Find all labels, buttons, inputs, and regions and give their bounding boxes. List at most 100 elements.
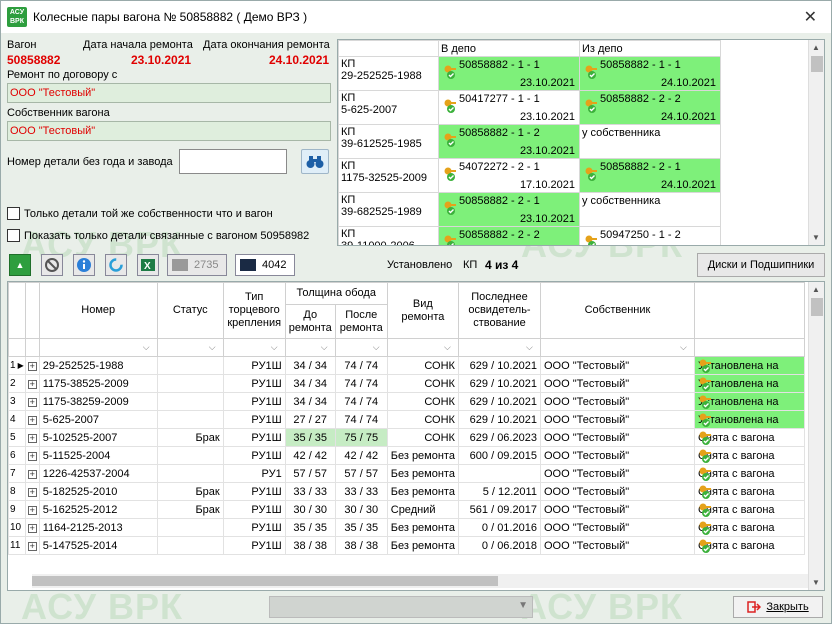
cell-status[interactable] xyxy=(156,446,224,465)
wheelsets-grid[interactable]: Номер Статус Тип торцевого крепления Тол… xyxy=(7,281,825,591)
cell-number[interactable]: 1164-2125-2013 xyxy=(38,518,158,537)
scroll-down-icon[interactable]: ▼ xyxy=(812,233,820,242)
cell-repair[interactable]: СОНК xyxy=(386,428,459,447)
chevron-down-icon[interactable]: ⌵ xyxy=(526,341,538,353)
cell-owner[interactable]: ООО "Тестовый" xyxy=(539,464,695,483)
cell-state[interactable]: Снята с вагона xyxy=(693,536,805,555)
cell-before[interactable]: 42 / 42 xyxy=(284,446,336,465)
expand-cell[interactable]: + xyxy=(24,500,40,519)
cell-repair[interactable]: Без ремонта xyxy=(386,536,459,555)
excel-export-button[interactable]: X xyxy=(137,254,159,276)
out-depot-cell[interactable]: 50947250 - 1 - 225.10.2021 xyxy=(579,226,721,245)
cell-type[interactable]: РУ1Ш xyxy=(222,482,286,501)
cell-state[interactable]: Снята с вагона xyxy=(693,518,805,537)
expand-plus-icon[interactable]: + xyxy=(27,361,37,371)
contract-field[interactable]: ООО "Тестовый" xyxy=(7,83,331,103)
cell-state[interactable]: Установлена на xyxy=(693,392,805,411)
depot-grid[interactable]: В депо Из депо КП 29-252525-1988 50858882… xyxy=(337,39,825,246)
cell-status[interactable] xyxy=(156,392,224,411)
kp-cell[interactable]: КП 5-625-2007 xyxy=(338,90,439,125)
in-depot-cell[interactable]: 50858882 - 1 - 2 23.10.2021 xyxy=(438,124,580,159)
cell-type[interactable]: РУ1Ш xyxy=(222,410,286,429)
cell-repair[interactable]: Без ремонта xyxy=(386,518,459,537)
cell-last-exam[interactable]: 629 / 10.2021 xyxy=(457,392,541,411)
expand-cell[interactable]: + xyxy=(24,464,40,483)
part-number-input[interactable] xyxy=(179,149,287,174)
depot-grid-row[interactable]: КП 39-612525-1985 50858882 - 1 - 2 23.10.2… xyxy=(338,124,721,159)
filter-status[interactable]: ⌵ xyxy=(156,338,224,357)
cell-before[interactable]: 30 / 30 xyxy=(284,500,336,519)
cell-before[interactable]: 33 / 33 xyxy=(284,482,336,501)
expand-plus-icon[interactable]: + xyxy=(27,541,37,551)
expand-plus-icon[interactable]: + xyxy=(27,433,37,443)
refresh-button[interactable] xyxy=(105,254,127,276)
wheelsets-grid-hscrollbar[interactable] xyxy=(32,574,808,588)
cell-number[interactable]: 29-252525-1988 xyxy=(38,356,158,375)
filter-last-exam[interactable]: ⌵ xyxy=(457,338,541,357)
table-row[interactable]: 3 + 1175-38259-2009 РУ1Ш 34 / 34 74 / 74… xyxy=(8,392,805,411)
expand-cell[interactable]: + xyxy=(24,518,40,537)
table-row[interactable]: 5 + 5-102525-2007 Брак РУ1Ш 35 / 35 75 /… xyxy=(8,428,805,447)
cell-state[interactable]: Снята с вагона xyxy=(693,464,805,483)
expand-cell[interactable]: + xyxy=(24,356,40,375)
cell-state[interactable]: Установлена на xyxy=(693,356,805,375)
cell-last-exam[interactable]: 0 / 06.2018 xyxy=(457,536,541,555)
cell-last-exam[interactable]: 5 / 12.2011 xyxy=(457,482,541,501)
kp-cell[interactable]: КП 1175-32525-2009 xyxy=(338,158,439,193)
depot-grid-row[interactable]: КП 29-252525-1988 50858882 - 1 - 1 23.10.2… xyxy=(338,56,721,91)
cell-type[interactable]: РУ1Ш xyxy=(222,536,286,555)
cell-before[interactable]: 34 / 34 xyxy=(284,374,336,393)
expand-plus-icon[interactable]: + xyxy=(27,505,37,515)
expand-cell[interactable]: + xyxy=(24,410,40,429)
cell-number[interactable]: 5-147525-2014 xyxy=(38,536,158,555)
filter-state[interactable] xyxy=(693,338,805,357)
col-status-header[interactable]: Статус xyxy=(156,282,224,339)
chevron-down-icon[interactable]: ⌵ xyxy=(444,341,456,353)
checkbox-box[interactable] xyxy=(7,229,20,242)
in-depot-cell[interactable]: 50417277 - 1 - 1 23.10.2021 xyxy=(438,90,580,125)
cell-after[interactable]: 30 / 30 xyxy=(334,500,388,519)
cell-last-exam[interactable]: 629 / 06.2023 xyxy=(457,428,541,447)
cell-owner[interactable]: ООО "Тестовый" xyxy=(539,374,695,393)
cell-last-exam[interactable] xyxy=(457,464,541,483)
cell-before[interactable]: 34 / 34 xyxy=(284,392,336,411)
filter-owner[interactable]: ⌵ xyxy=(539,338,695,357)
in-depot-cell[interactable]: 50858882 - 2 - 1 23.10.2021 xyxy=(438,192,580,227)
cell-type[interactable]: РУ1 xyxy=(222,464,286,483)
in-depot-cell[interactable]: 50858882 - 1 - 1 23.10.2021 xyxy=(438,56,580,91)
cell-repair[interactable]: Без ремонта xyxy=(386,482,459,501)
cell-last-exam[interactable]: 561 / 09.2017 xyxy=(457,500,541,519)
cell-status[interactable] xyxy=(156,536,224,555)
expand-cell[interactable]: + xyxy=(24,482,40,501)
cell-owner[interactable]: ООО "Тестовый" xyxy=(539,392,695,411)
scroll-thumb[interactable] xyxy=(811,56,823,72)
cell-status[interactable] xyxy=(156,410,224,429)
out-depot-cell[interactable]: 50858882 - 2 - 1 24.10.2021 xyxy=(579,158,721,193)
expand-plus-icon[interactable]: + xyxy=(27,523,37,533)
cell-number[interactable]: 1226-42537-2004 xyxy=(38,464,158,483)
wheelsets-grid-vscrollbar[interactable]: ▲ ▼ xyxy=(808,282,824,590)
cell-state[interactable]: Снята с вагона xyxy=(693,500,805,519)
cell-repair[interactable]: Средний xyxy=(386,500,459,519)
cell-after[interactable]: 75 / 75 xyxy=(334,428,388,447)
table-row[interactable]: 10 + 1164-2125-2013 РУ1Ш 35 / 35 35 / 35… xyxy=(8,518,805,537)
cell-after[interactable]: 42 / 42 xyxy=(334,446,388,465)
cell-status[interactable]: Брак xyxy=(156,500,224,519)
cell-type[interactable]: РУ1Ш xyxy=(222,356,286,375)
expand-cell[interactable]: + xyxy=(24,428,40,447)
cell-state[interactable]: Снята с вагона xyxy=(693,446,805,465)
filter-type[interactable]: ⌵ xyxy=(222,338,286,357)
chevron-down-icon[interactable]: ⌵ xyxy=(143,341,155,353)
checkbox-box[interactable] xyxy=(7,207,20,220)
table-row[interactable]: 8 + 5-182525-2010 Брак РУ1Ш 33 / 33 33 /… xyxy=(8,482,805,501)
cell-owner[interactable]: ООО "Тестовый" xyxy=(539,356,695,375)
cell-type[interactable]: РУ1Ш xyxy=(222,374,286,393)
cell-before[interactable]: 34 / 34 xyxy=(284,356,336,375)
cell-after[interactable]: 38 / 38 xyxy=(334,536,388,555)
kp-cell[interactable]: КП 39-11000-2006 xyxy=(338,226,439,245)
col-owner-header[interactable]: Собственник xyxy=(539,282,695,339)
info-button[interactable] xyxy=(73,254,95,276)
cell-state[interactable]: Снята с вагона xyxy=(693,428,805,447)
cell-status[interactable]: Брак xyxy=(156,482,224,501)
cell-repair[interactable]: СОНК xyxy=(386,392,459,411)
